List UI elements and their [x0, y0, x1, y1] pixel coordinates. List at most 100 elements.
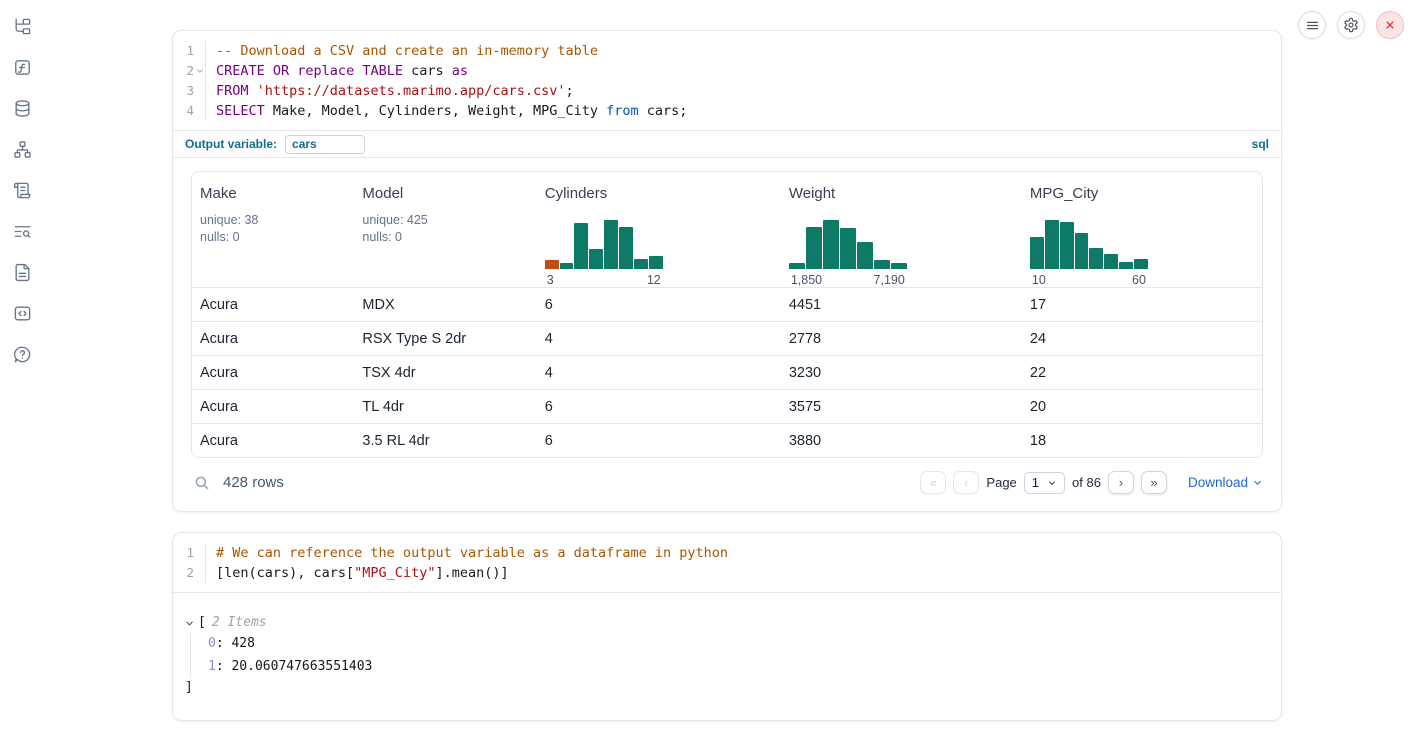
histogram-bar — [1030, 237, 1044, 269]
column-name: Cylinders — [545, 185, 773, 202]
histogram-bar — [619, 227, 633, 269]
chevron-left-icon: ‹ — [964, 475, 968, 490]
next-page-button[interactable]: › — [1108, 471, 1134, 494]
table-cell: 2778 — [781, 322, 1022, 355]
snippets-icon — [13, 304, 32, 323]
snippets-button[interactable] — [10, 301, 34, 325]
close-button[interactable] — [1376, 11, 1404, 39]
output-variable-row: Output variable: sql — [173, 130, 1281, 157]
table-cell: 17 — [1022, 288, 1262, 321]
histogram-bar — [560, 263, 574, 269]
histogram-bar — [1060, 222, 1074, 269]
page-total-label: of 86 — [1072, 475, 1101, 490]
code-text: # We can reference the output variable a… — [206, 543, 728, 563]
help-button[interactable] — [10, 342, 34, 366]
variables-icon — [13, 58, 32, 77]
table-cell: 3880 — [781, 424, 1022, 457]
variables-button[interactable] — [10, 55, 34, 79]
table-cell: Acura — [192, 322, 354, 355]
output-variable-input[interactable] — [285, 135, 365, 154]
table-cell: 3575 — [781, 390, 1022, 423]
documentation-button[interactable] — [10, 260, 34, 284]
column-histogram: 312 — [545, 217, 663, 287]
line-number: 1 — [173, 543, 206, 563]
column-name: Model — [362, 185, 528, 202]
table-row: AcuraTL 4dr6357520 — [192, 389, 1262, 423]
histogram-bar — [1104, 254, 1118, 269]
first-page-button[interactable]: « — [920, 471, 946, 494]
code-text: [len(cars), cars["MPG_City"].mean()] — [206, 563, 509, 583]
datasources-button[interactable] — [10, 96, 34, 120]
table-cell: Acura — [192, 424, 354, 457]
download-button[interactable]: Download — [1188, 475, 1263, 490]
table-header-row: Makeunique: 38nulls: 0Modelunique: 425nu… — [192, 172, 1262, 287]
close-icon — [1383, 18, 1397, 32]
tree-collapse-chevron-icon[interactable] — [185, 619, 194, 628]
tree-entry: 1: 20.060747663551403 — [208, 656, 1281, 679]
tree-open-bracket: [ — [198, 613, 206, 633]
data-table: Makeunique: 38nulls: 0Modelunique: 425nu… — [191, 171, 1263, 458]
column-header-mpg_city[interactable]: MPG_City1060 — [1022, 185, 1262, 287]
code-text: SELECT Make, Model, Cylinders, Weight, M… — [206, 101, 687, 121]
histogram-bar — [649, 256, 663, 269]
tree-entry-key: 1 — [208, 659, 216, 674]
histogram-bar — [857, 242, 873, 269]
file-explorer-button[interactable] — [10, 14, 34, 38]
table-cell: 18 — [1022, 424, 1262, 457]
table-cell: 22 — [1022, 356, 1262, 389]
search-icon[interactable] — [193, 474, 211, 492]
logs-icon — [13, 222, 32, 241]
column-header-cylinders[interactable]: Cylinders 312 — [537, 185, 781, 287]
previous-page-button[interactable]: ‹ — [953, 471, 979, 494]
settings-button[interactable] — [1337, 11, 1365, 39]
menu-button[interactable] — [1298, 11, 1326, 39]
python-output-tree: [2 Items0: 4281: 20.060747663551403] — [173, 592, 1281, 720]
table-row: AcuraMDX6445117 — [192, 287, 1262, 321]
histogram-bar — [823, 220, 839, 269]
last-page-button[interactable]: » — [1141, 471, 1167, 494]
table-cell: 3.5 RL 4dr — [354, 424, 536, 457]
chevron-down-icon — [1252, 477, 1263, 488]
scratchpad-button[interactable] — [10, 178, 34, 202]
table-cell: Acura — [192, 356, 354, 389]
histogram-bar — [604, 220, 618, 269]
python-code-editor[interactable]: 1# We can reference the output variable … — [173, 533, 1281, 592]
datasources-icon — [13, 99, 32, 118]
logs-button[interactable] — [10, 219, 34, 243]
row-count: 428 rows — [223, 474, 284, 491]
tree-entry: 0: 428 — [208, 633, 1281, 656]
table-cell: TL 4dr — [354, 390, 536, 423]
scratchpad-icon — [13, 181, 32, 200]
table-cell: 6 — [537, 424, 781, 457]
sql-code-editor[interactable]: 1-- Download a CSV and create an in-memo… — [173, 31, 1281, 130]
code-text: -- Download a CSV and create an in-memor… — [206, 41, 598, 61]
sql-cell: 1 -- Download a CSV and create an in-memo… — [172, 30, 1282, 512]
page-label: Page — [986, 475, 1016, 490]
table-row: AcuraRSX Type S 2dr4277824 — [192, 321, 1262, 355]
code-line: 4SELECT Make, Model, Cylinders, Weight, … — [173, 101, 1281, 121]
table-cell: Acura — [192, 288, 354, 321]
histogram-bar — [806, 227, 822, 269]
histogram-bar — [789, 263, 805, 269]
table-cell: 4451 — [781, 288, 1022, 321]
menu-icon — [1305, 18, 1320, 33]
table-cell: Acura — [192, 390, 354, 423]
histogram-bar — [1075, 233, 1089, 269]
output-variable-label: Output variable: — [185, 137, 277, 151]
topbar-controls — [1298, 11, 1404, 39]
column-header-model[interactable]: Modelunique: 425nulls: 0 — [354, 185, 536, 287]
fold-chevron-icon[interactable] — [196, 67, 204, 75]
pagination: « ‹ Page 1 of 86 › » Download — [920, 471, 1263, 494]
sql-table-output: Makeunique: 38nulls: 0Modelunique: 425nu… — [173, 157, 1281, 511]
column-stats: unique: 38nulls: 0 — [200, 212, 346, 246]
python-cell: 1# We can reference the output variable … — [172, 532, 1282, 721]
column-header-make[interactable]: Makeunique: 38nulls: 0 — [192, 185, 354, 287]
histogram-range-labels: 312 — [545, 273, 663, 287]
documentation-icon — [13, 263, 32, 282]
table-cell: 4 — [537, 322, 781, 355]
page-select[interactable]: 1 — [1024, 472, 1065, 494]
column-header-weight[interactable]: Weight1,8507,190 — [781, 185, 1022, 287]
dependency-graph-button[interactable] — [10, 137, 34, 161]
line-number: 2 — [173, 563, 206, 583]
histogram-bar — [545, 260, 559, 269]
